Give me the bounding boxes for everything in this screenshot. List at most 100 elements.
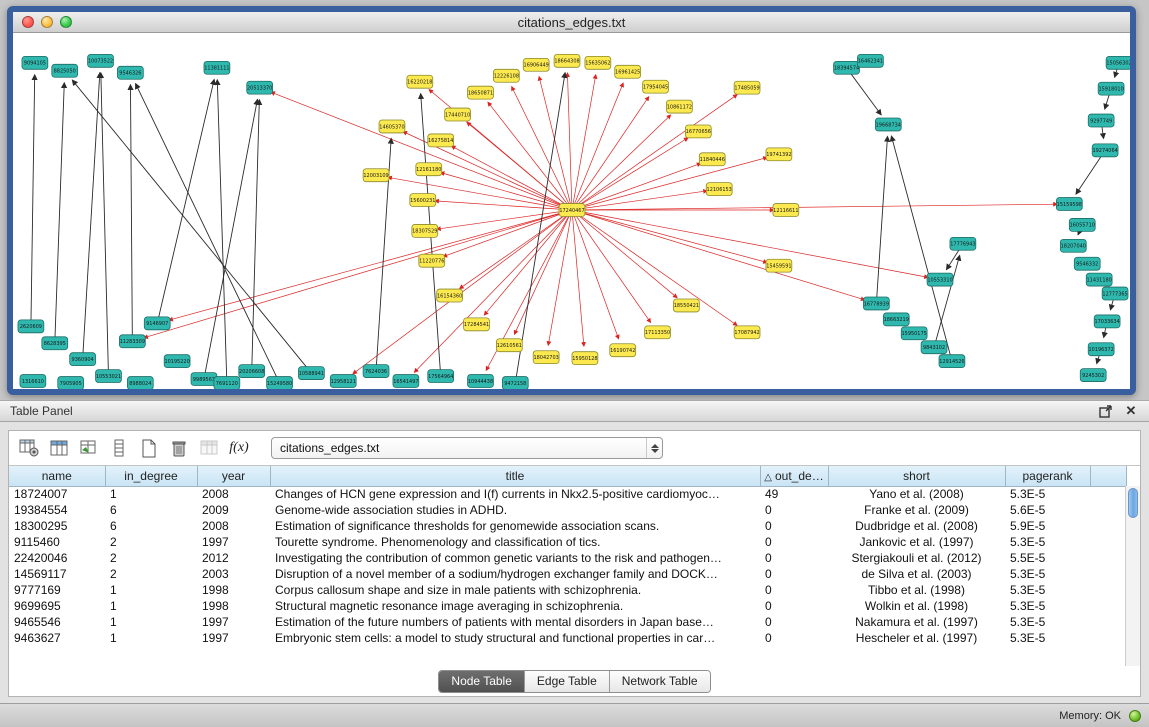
table-scrollbar-thumb[interactable]	[1128, 488, 1138, 518]
table-cell[interactable]: 14569117	[9, 566, 105, 582]
table-cell[interactable]: 2012	[197, 550, 270, 566]
network-node[interactable]: 16770656	[685, 125, 711, 138]
network-node[interactable]: 9546326	[117, 66, 143, 79]
network-node[interactable]: 19668734	[875, 118, 901, 131]
table-cell[interactable]: 1	[105, 486, 197, 502]
table-cell[interactable]: 0	[760, 550, 828, 566]
network-node[interactable]: 16541497	[393, 375, 419, 388]
network-node[interactable]: 16462341	[857, 54, 883, 67]
table-cell[interactable]: Investigating the contribution of common…	[270, 550, 760, 566]
table-cell[interactable]: Changes of HCN gene expression and I(f) …	[270, 486, 760, 502]
table-scrollbar[interactable]	[1125, 486, 1140, 666]
table-cell[interactable]: 0	[760, 614, 828, 630]
network-node[interactable]: 19274064	[1092, 144, 1118, 157]
column-header-in_degree[interactable]: in_degree	[105, 466, 197, 486]
table-cell[interactable]: 0	[760, 534, 828, 550]
close-panel-icon[interactable]: ✕	[1123, 403, 1139, 419]
table-cell[interactable]: 5.3E-5	[1005, 582, 1090, 598]
network-node[interactable]: 16055710	[1069, 218, 1095, 231]
network-node[interactable]: 15249580	[267, 377, 293, 389]
network-node[interactable]: 11840446	[699, 153, 725, 166]
column-header-title[interactable]: title	[270, 466, 760, 486]
table-cell[interactable]: 0	[760, 598, 828, 614]
network-node[interactable]: 11431180	[1086, 273, 1112, 286]
table-cell[interactable]: 0	[760, 518, 828, 534]
network-node[interactable]: 17485059	[734, 81, 760, 94]
tab-edge-table[interactable]: Edge Table	[525, 671, 610, 692]
column-header-short[interactable]: short	[828, 466, 1005, 486]
create-column-icon[interactable]	[135, 435, 163, 461]
network-node[interactable]: 15635062	[585, 56, 611, 69]
network-node[interactable]: 18307529	[412, 224, 438, 237]
network-node[interactable]: 9297749	[1088, 114, 1114, 127]
table-cell[interactable]: 1997	[197, 534, 270, 550]
network-node[interactable]: 18650871	[468, 86, 494, 99]
table-cell[interactable]: Wolkin et al. (1998)	[828, 598, 1005, 614]
table-cell[interactable]: Hescheler et al. (1997)	[828, 630, 1005, 646]
network-node[interactable]: 10195220	[164, 355, 190, 368]
network-node[interactable]: 7691120	[214, 377, 240, 389]
table-cell[interactable]: Stergiakouli et al. (2012)	[828, 550, 1005, 566]
network-node[interactable]: 16275814	[428, 134, 454, 147]
table-cell[interactable]: 5.3E-5	[1005, 534, 1090, 550]
network-node[interactable]: 10553021	[96, 370, 122, 383]
network-node[interactable]: 10944438	[468, 375, 494, 388]
table-cell[interactable]: 5.3E-5	[1005, 598, 1090, 614]
table-cell[interactable]: Jankovic et al. (1997)	[828, 534, 1005, 550]
table-cell[interactable]: de Silva et al. (2003)	[828, 566, 1005, 582]
table-cell[interactable]: 1997	[197, 630, 270, 646]
network-node[interactable]: 16961425	[615, 65, 641, 78]
table-cell[interactable]: 1	[105, 630, 197, 646]
network-node[interactable]: 17113350	[645, 326, 671, 339]
table-cell[interactable]: 9463627	[9, 630, 105, 646]
network-node[interactable]: 9094105	[22, 56, 48, 69]
network-node[interactable]: 14605370	[379, 120, 405, 133]
network-node[interactable]: 10553310	[927, 273, 953, 286]
network-node[interactable]: 15950175	[901, 327, 927, 340]
column-header-name[interactable]: name	[9, 466, 105, 486]
network-node[interactable]: 18207040	[1060, 239, 1086, 252]
network-node[interactable]: 15950128	[572, 352, 598, 365]
network-node[interactable]: 9360904	[70, 353, 96, 366]
table-cell[interactable]: 6	[105, 502, 197, 518]
network-node[interactable]: 20206608	[239, 365, 265, 378]
network-node[interactable]: 19741392	[766, 148, 792, 161]
table-cell[interactable]: Estimation of the future numbers of pati…	[270, 614, 760, 630]
network-node[interactable]: 18664308	[554, 54, 580, 67]
network-node[interactable]: 16190742	[610, 344, 636, 357]
network-node[interactable]: 17776943	[950, 237, 976, 250]
network-node[interactable]: 12914526	[939, 355, 965, 368]
table-cell[interactable]: 1997	[197, 614, 270, 630]
table-cell[interactable]: 22420046	[9, 550, 105, 566]
network-node[interactable]: 16220218	[407, 75, 433, 88]
table-cell[interactable]: 0	[760, 502, 828, 518]
network-canvas[interactable]: 1724046718550421171133501619074215950128…	[13, 33, 1130, 389]
table-cell[interactable]: 2003	[197, 566, 270, 582]
network-node[interactable]: 9989563	[191, 373, 217, 386]
table-cell[interactable]: 2	[105, 534, 197, 550]
table-cell[interactable]: 2008	[197, 518, 270, 534]
table-cell[interactable]: Tibbo et al. (1998)	[828, 582, 1005, 598]
network-node[interactable]: 12161180	[416, 163, 442, 176]
network-node[interactable]: 17087942	[734, 326, 760, 339]
network-node[interactable]: 12958121	[330, 375, 356, 388]
delete-column-icon[interactable]	[165, 435, 193, 461]
column-header-pagerank[interactable]: pagerank	[1005, 466, 1090, 486]
function-builder-icon[interactable]: f(x)	[225, 435, 253, 461]
network-node[interactable]: 9245302	[1080, 369, 1106, 382]
table-cell[interactable]: 1	[105, 582, 197, 598]
table-row[interactable]: 2242004622012Investigating the contribut…	[9, 550, 1126, 566]
network-node[interactable]: 15056302	[1106, 56, 1130, 69]
column-header-out_de[interactable]: △out_de…	[760, 466, 828, 486]
network-node[interactable]: 17440710	[445, 108, 471, 121]
network-node[interactable]: 12106153	[706, 183, 732, 196]
table-cell[interactable]: Estimation of significance thresholds fo…	[270, 518, 760, 534]
table-row[interactable]: 1456911722003Disruption of a novel membe…	[9, 566, 1126, 582]
network-node[interactable]: 15918010	[1098, 82, 1124, 95]
network-node[interactable]: 18042703	[533, 351, 559, 364]
network-node[interactable]: 12116611	[773, 204, 799, 217]
network-node[interactable]: 11283309	[119, 335, 145, 348]
float-panel-icon[interactable]	[1097, 403, 1113, 419]
network-node[interactable]: 8988024	[127, 377, 153, 389]
show-columns-icon[interactable]	[45, 435, 73, 461]
